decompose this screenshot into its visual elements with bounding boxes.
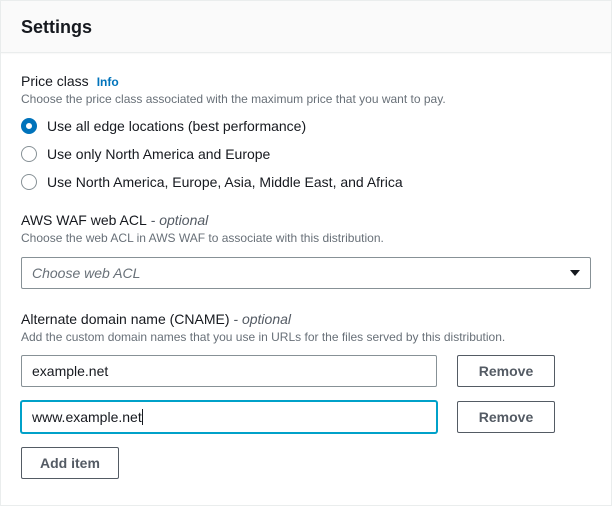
text-cursor-icon [142,409,143,425]
cname-row-1: www.example.net Remove [21,401,591,433]
add-item-button[interactable]: Add item [21,447,119,479]
cname-input-1[interactable]: www.example.net [21,401,437,433]
chevron-down-icon [570,270,580,276]
settings-panel: Settings Price class Info Choose the pri… [0,0,612,506]
price-class-radio-list: Use all edge locations (best performance… [21,118,591,190]
radio-icon [21,118,37,134]
price-class-option-na-eu[interactable]: Use only North America and Europe [21,146,591,162]
price-class-desc: Choose the price class associated with t… [21,91,591,108]
radio-label: Use North America, Europe, Asia, Middle … [47,174,403,190]
panel-body: Price class Info Choose the price class … [1,53,611,499]
remove-button-0[interactable]: Remove [457,355,555,387]
remove-button-1[interactable]: Remove [457,401,555,433]
price-class-option-all[interactable]: Use all edge locations (best performance… [21,118,591,134]
cname-label: Alternate domain name (CNAME) - optional [21,311,291,327]
radio-label: Use all edge locations (best performance… [47,118,306,134]
cname-group: Alternate domain name (CNAME) - optional… [21,311,591,480]
radio-icon [21,146,37,162]
waf-label: AWS WAF web ACL - optional [21,212,208,228]
cname-row-0: example.net Remove [21,355,591,387]
panel-header: Settings [1,1,611,53]
waf-desc: Choose the web ACL in AWS WAF to associa… [21,230,591,247]
page-title: Settings [21,17,591,38]
info-link[interactable]: Info [97,75,119,89]
price-class-group: Price class Info Choose the price class … [21,73,591,190]
radio-icon [21,174,37,190]
cname-desc: Add the custom domain names that you use… [21,329,591,346]
price-class-label: Price class [21,73,89,89]
waf-select-placeholder: Choose web ACL [32,265,140,281]
radio-label: Use only North America and Europe [47,146,270,162]
price-class-option-na-eu-asia[interactable]: Use North America, Europe, Asia, Middle … [21,174,591,190]
waf-select[interactable]: Choose web ACL [21,257,591,289]
cname-input-0[interactable]: example.net [21,355,437,387]
waf-group: AWS WAF web ACL - optional Choose the we… [21,212,591,289]
